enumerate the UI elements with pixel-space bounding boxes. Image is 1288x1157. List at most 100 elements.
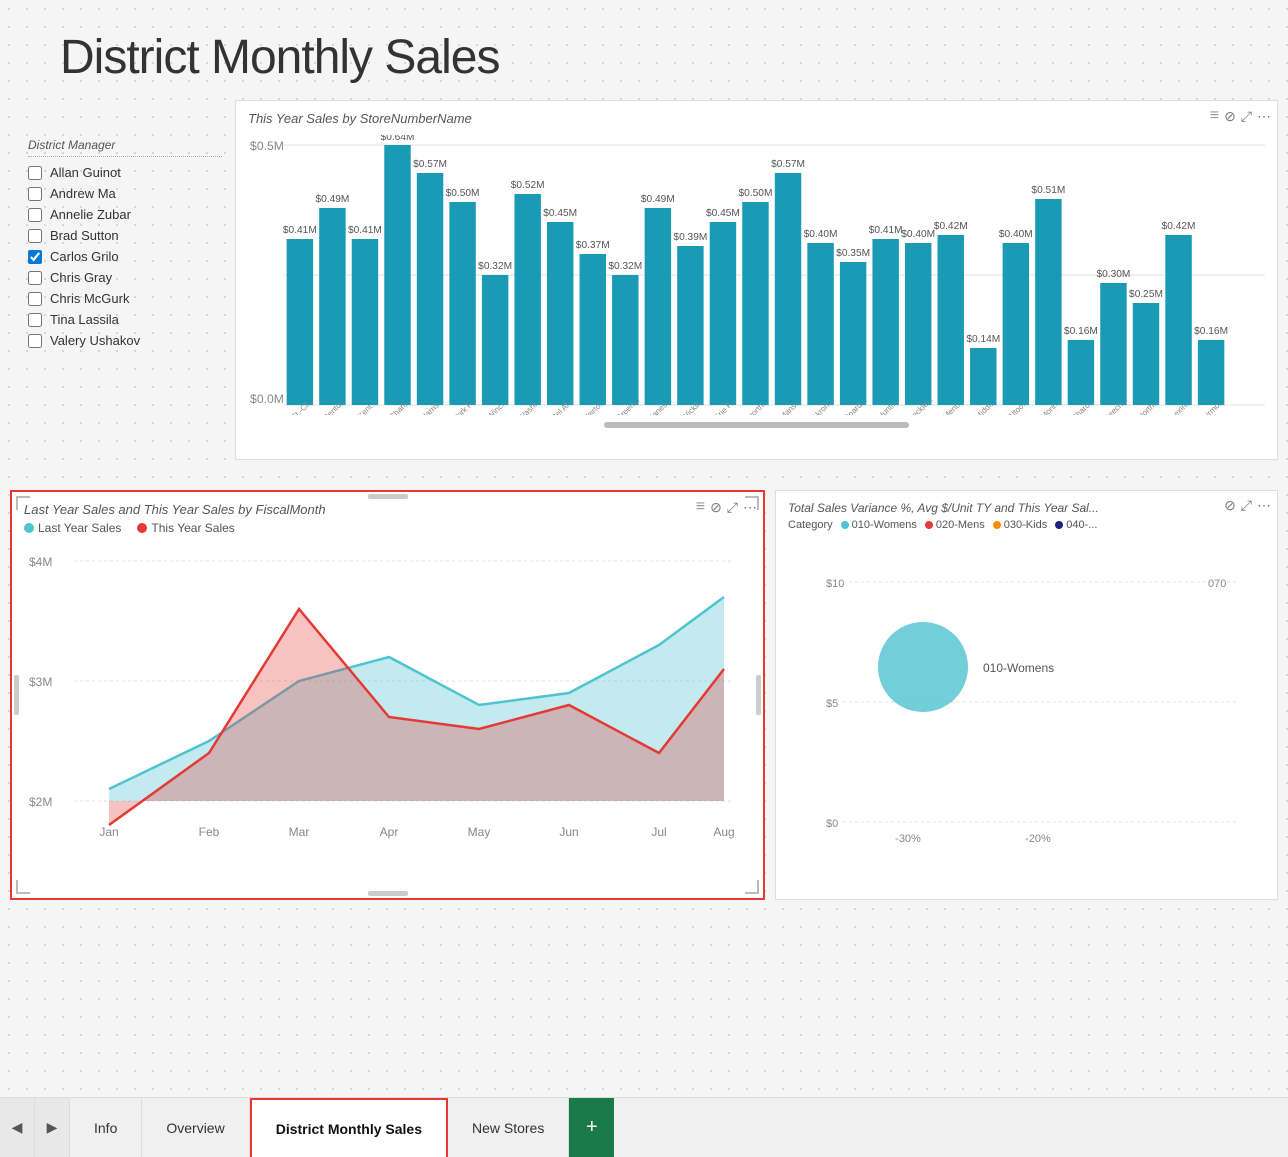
filter-checkbox-8[interactable] — [28, 334, 42, 348]
scatter-legend-label: Category — [788, 519, 833, 531]
tab-overview[interactable]: Overview — [142, 1098, 249, 1157]
svg-text:$0.40M: $0.40M — [999, 229, 1033, 240]
scatter-dot-mens — [925, 521, 933, 529]
tab-new-stores[interactable]: New Stores — [448, 1098, 569, 1157]
svg-text:$0.57M: $0.57M — [413, 159, 447, 170]
tab-nav-prev[interactable]: ◀ — [0, 1098, 35, 1157]
svg-text:$0.57M: $0.57M — [771, 159, 805, 170]
filter-panel: District Manager Allan Guinot Andrew Ma … — [20, 130, 230, 362]
svg-text:$0.42M: $0.42M — [934, 221, 968, 232]
filter-item-3[interactable]: Brad Sutton — [28, 228, 222, 243]
legend-dot-this-year — [137, 523, 147, 533]
resize-handle-top[interactable] — [368, 494, 408, 499]
svg-text:$0: $0 — [826, 818, 838, 830]
line-chart-more-icon[interactable]: ⋯ — [743, 499, 757, 516]
svg-text:$0.50M: $0.50M — [739, 188, 773, 199]
bar-chart-toolbar: ≡ ⊘ ⤢ ⋯ — [1210, 107, 1271, 125]
filter-item-0[interactable]: Allan Guinot — [28, 165, 222, 180]
resize-corner-bl[interactable] — [16, 880, 30, 894]
resize-handle-right[interactable] — [756, 675, 761, 715]
filter-item-5[interactable]: Chris Gray — [28, 270, 222, 285]
scatter-legend-040: 040-... — [1055, 519, 1097, 531]
line-chart-filter-icon[interactable]: ⊘ — [710, 499, 722, 516]
svg-text:$2M: $2M — [29, 795, 52, 809]
svg-text:$0.32M: $0.32M — [478, 261, 512, 272]
scatter-dot-kids — [993, 521, 1001, 529]
filter-checkbox-2[interactable] — [28, 208, 42, 222]
filter-checkbox-6[interactable] — [28, 292, 42, 306]
scatter-chart-expand-icon[interactable]: ⤢ — [1241, 497, 1252, 514]
svg-text:$0.41M: $0.41M — [869, 225, 903, 236]
filter-checkbox-4[interactable] — [28, 250, 42, 264]
filter-item-1[interactable]: Andrew Ma — [28, 186, 222, 201]
bar-chart-filter-icon[interactable]: ⊘ — [1224, 108, 1236, 125]
line-chart-drag-icon: ≡ — [696, 498, 705, 516]
filter-item-8[interactable]: Valery Ushakov — [28, 333, 222, 348]
tab-district-monthly-sales[interactable]: District Monthly Sales — [250, 1098, 448, 1157]
bar-chart-scrollbar[interactable] — [604, 422, 909, 428]
svg-text:$10: $10 — [826, 578, 844, 590]
svg-text:$0.64M: $0.64M — [381, 135, 415, 143]
bar-chart-drag-icon: ≡ — [1210, 107, 1219, 125]
svg-text:$0.32M: $0.32M — [608, 261, 642, 272]
svg-text:Jan: Jan — [99, 825, 118, 839]
tab-info[interactable]: Info — [70, 1098, 142, 1157]
svg-text:$0.45M: $0.45M — [706, 208, 740, 219]
svg-text:070: 070 — [1208, 578, 1226, 590]
page-title: District Monthly Sales — [60, 30, 499, 85]
svg-text:$0.35M: $0.35M — [836, 248, 870, 259]
filter-checkbox-3[interactable] — [28, 229, 42, 243]
line-chart-legend: Last Year Sales This Year Sales — [24, 521, 751, 535]
line-chart-title: Last Year Sales and This Year Sales by F… — [24, 502, 751, 517]
scatter-dot-040 — [1055, 521, 1063, 529]
svg-text:$0.49M: $0.49M — [641, 194, 675, 205]
svg-text:$0.40M: $0.40M — [901, 229, 935, 240]
filter-checkbox-7[interactable] — [28, 313, 42, 327]
filter-title: District Manager — [28, 138, 222, 157]
svg-text:$0.37M: $0.37M — [576, 240, 610, 251]
filter-checkbox-1[interactable] — [28, 187, 42, 201]
svg-text:Feb: Feb — [199, 825, 220, 839]
tab-add-button[interactable]: + — [569, 1098, 614, 1157]
svg-text:Mar: Mar — [289, 825, 310, 839]
scatter-chart-more-icon[interactable]: ⋯ — [1257, 497, 1271, 514]
svg-text:$0.0M: $0.0M — [250, 392, 284, 406]
filter-item-7[interactable]: Tina Lassila — [28, 312, 222, 327]
bar-chart-svg: $0.5M $0.0M $0.41M $0.49M $0.41M — [248, 135, 1265, 415]
svg-text:Jul: Jul — [651, 825, 666, 839]
scatter-legend-womens: 010-Womens — [841, 519, 917, 531]
line-chart-expand-icon[interactable]: ⤢ — [727, 499, 738, 516]
scatter-chart-filter-icon[interactable]: ⊘ — [1224, 497, 1236, 514]
svg-text:Apr: Apr — [380, 825, 399, 839]
resize-handle-bottom[interactable] — [368, 891, 408, 896]
svg-text:$0.52M: $0.52M — [511, 180, 545, 191]
filter-item-4[interactable]: Carlos Grilo — [28, 249, 222, 264]
line-chart-toolbar: ≡ ⊘ ⤢ ⋯ — [696, 498, 757, 516]
scatter-legend-kids: 030-Kids — [993, 519, 1047, 531]
svg-text:Aug: Aug — [713, 825, 734, 839]
resize-corner-br[interactable] — [745, 880, 759, 894]
svg-text:$0.41M: $0.41M — [283, 225, 317, 236]
filter-item-6[interactable]: Chris McGurk — [28, 291, 222, 306]
resize-corner-tl[interactable] — [16, 496, 30, 510]
filter-checkbox-5[interactable] — [28, 271, 42, 285]
svg-text:Jun: Jun — [559, 825, 578, 839]
tab-nav-next[interactable]: ▶ — [35, 1098, 70, 1157]
bar-chart-expand-icon[interactable]: ⤢ — [1241, 108, 1252, 125]
svg-text:$0.41M: $0.41M — [348, 225, 382, 236]
svg-text:$0.25M: $0.25M — [1129, 289, 1163, 300]
legend-dot-last-year — [24, 523, 34, 533]
svg-text:$4M: $4M — [29, 555, 52, 569]
scatter-dot-womens — [841, 521, 849, 529]
scatter-chart-container: ⊘ ⤢ ⋯ Total Sales Variance %, Avg $/Unit… — [775, 490, 1278, 900]
bar-chart-more-icon[interactable]: ⋯ — [1257, 108, 1271, 125]
filter-item-2[interactable]: Annelie Zubar — [28, 207, 222, 222]
svg-text:-20%: -20% — [1025, 833, 1051, 845]
line-chart-container: ≡ ⊘ ⤢ ⋯ Last Year Sales and This Year Sa… — [10, 490, 765, 900]
line-chart-svg: $4M $3M $2M Jan Feb Mar Apr May Jun Jul … — [24, 541, 744, 851]
scatter-bubble-womens — [878, 622, 968, 712]
resize-handle-left[interactable] — [14, 675, 19, 715]
filter-checkbox-0[interactable] — [28, 166, 42, 180]
svg-text:$0.51M: $0.51M — [1031, 185, 1065, 196]
bar-chart-container: This Year Sales by StoreNumberName ≡ ⊘ ⤢… — [235, 100, 1278, 460]
